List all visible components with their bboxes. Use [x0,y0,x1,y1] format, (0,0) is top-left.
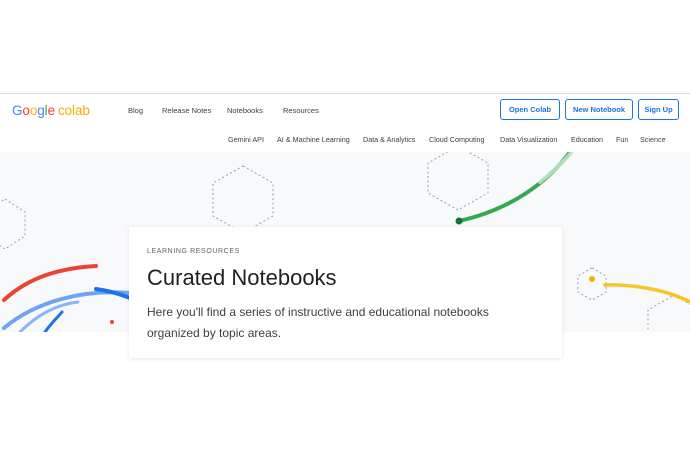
sign-up-button[interactable]: Sign Up [638,99,679,120]
green-dot [455,217,463,225]
top-navigation-bar: Google colab Blog Release Notes Notebooks… [0,93,690,129]
blue-arc-lower [43,310,64,332]
new-notebook-button[interactable]: New Notebook [565,99,633,120]
section-eyebrow: LEARNING RESOURCES [147,248,240,255]
hexagon-decoration [0,198,26,250]
hexagon-decoration [212,165,274,234]
red-dot [110,320,114,324]
topic-subnav: Gemini API AI & Machine Learning Data & … [0,128,690,153]
open-colab-button[interactable]: Open Colab [500,99,560,120]
nav-link-release-notes[interactable]: Release Notes [162,106,211,115]
hexagon-decoration [577,267,607,301]
topic-link-data-analytics[interactable]: Data & Analytics [363,135,415,144]
green-arc-fade [538,152,574,184]
nav-link-blog[interactable]: Blog [128,106,143,115]
page-description: Here you'll find a series of instructive… [147,305,489,340]
green-arc [457,152,572,223]
page-title: Curated Notebooks [147,265,337,290]
topic-link-fun[interactable]: Fun [616,135,628,144]
google-colab-logo[interactable]: Google colab [12,103,90,118]
hero-card: LEARNING RESOURCES Curated Notebooks Her… [129,227,562,358]
topic-link-science[interactable]: Science [640,135,666,144]
yellow-arc [603,283,690,304]
topic-link-education[interactable]: Education [571,135,603,144]
nav-link-notebooks[interactable]: Notebooks [227,106,263,115]
logo-product-name: colab [58,103,90,118]
yellow-dot [589,276,595,282]
topic-link-cloud-computing[interactable]: Cloud Computing [429,135,485,144]
topic-link-ai-machine-learning[interactable]: AI & Machine Learning [277,135,350,144]
topic-link-gemini-api[interactable]: Gemini API [228,135,264,144]
hexagon-decoration [427,152,489,211]
topic-link-data-visualization[interactable]: Data Visualization [500,135,557,144]
nav-link-resources[interactable]: Resources [283,106,319,115]
